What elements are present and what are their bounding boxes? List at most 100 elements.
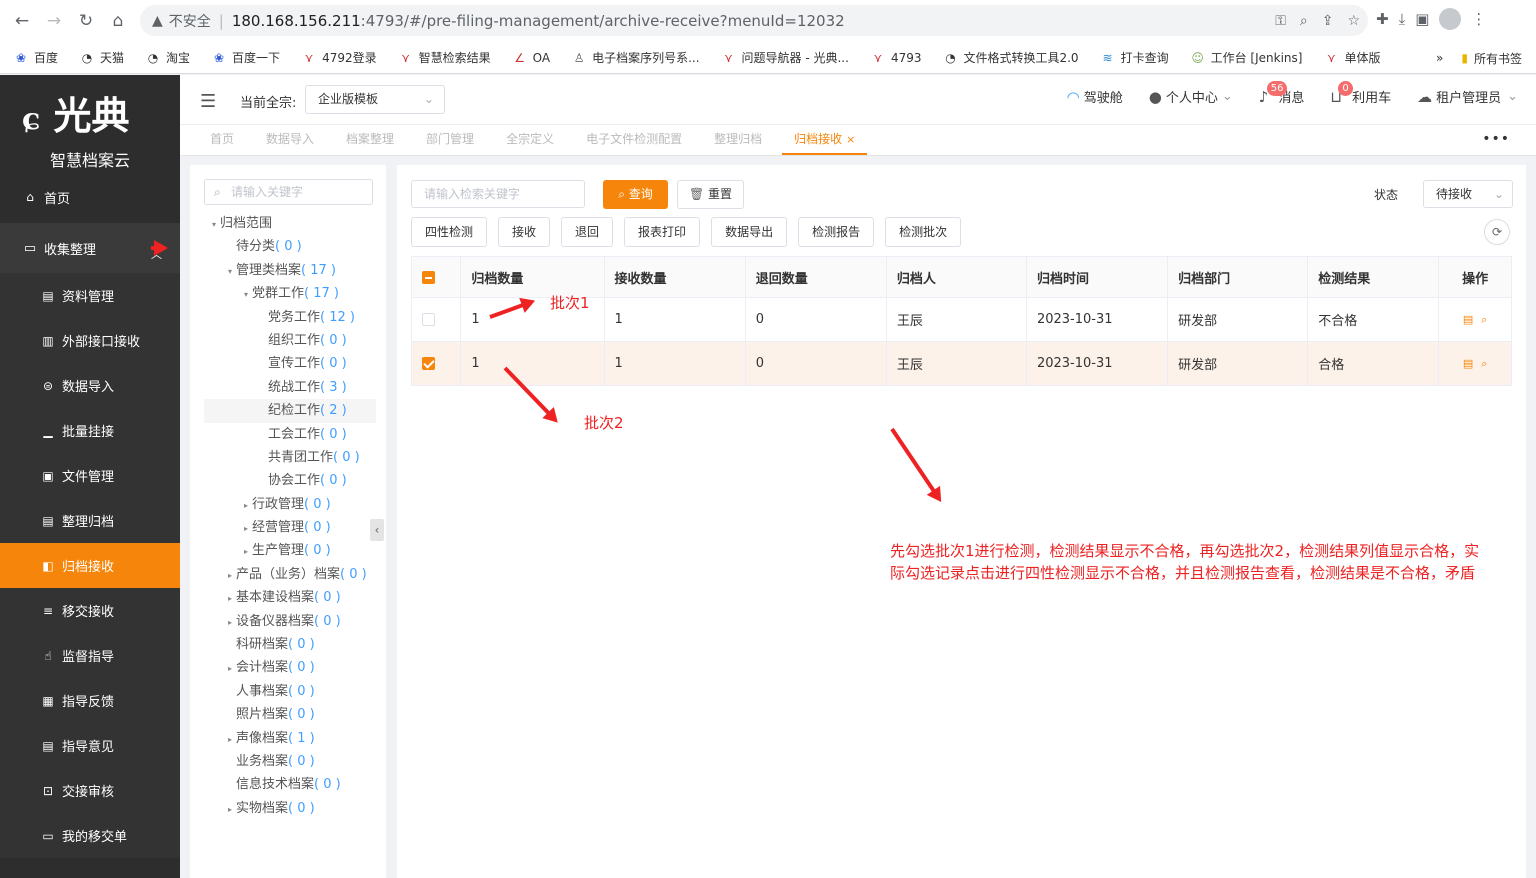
reload-icon[interactable]: ↻ (70, 5, 102, 37)
sidebar-item[interactable]: ▁ 批量挂接 (0, 408, 180, 453)
keyword-search-input[interactable]: 请输入检索关键字 (411, 180, 585, 208)
personal-center-menu[interactable]: ● 个人中心 ⌄ (1149, 87, 1233, 107)
tree-node[interactable]: ▸ 生产管理( 0 ) (204, 539, 376, 562)
tree-node[interactable]: ▸ 实物档案( 0 ) (204, 797, 376, 820)
sidebar-item[interactable]: ▦ 指导反馈 (0, 678, 180, 723)
sidebar-item[interactable]: ≡ 移交接收 (0, 588, 180, 633)
share-icon[interactable]: ⇪ (1322, 13, 1334, 29)
query-button[interactable]: ⌕ 查询 (603, 180, 668, 209)
hamburger-icon[interactable]: ☰ (200, 91, 216, 112)
bookmark-item[interactable]: ❀ 百度一下 (212, 49, 280, 66)
bookmark-item[interactable]: ∠ OA (513, 51, 550, 65)
bookmark-item[interactable]: ⋎ 问题导航器 - 光典... (722, 49, 849, 66)
extensions-icon[interactable]: ✚ (1376, 10, 1389, 28)
tenant-menu[interactable]: ☁ 租户管理员 ⌄ (1417, 87, 1518, 107)
select-all-cell[interactable] (410, 256, 462, 298)
tree-node[interactable]: 业务档案( 0 ) (204, 750, 376, 773)
back-icon[interactable]: ← (6, 5, 38, 37)
action-button[interactable]: 数据导出 (711, 217, 788, 247)
collapse-panel-button[interactable]: ‹ (370, 519, 384, 541)
sidebar-item[interactable]: ▤ 整理归档 (0, 498, 180, 543)
download-icon[interactable]: ⤓ (1399, 10, 1406, 28)
tree-node[interactable]: ▸ 会计档案( 0 ) (204, 656, 376, 679)
tree-node[interactable]: 工会工作( 0 ) (204, 423, 376, 446)
sidebar-item[interactable]: ▥ 外部接口接收 (0, 318, 180, 363)
bookmark-item[interactable]: ♙ 电子档案序列号系... (572, 49, 700, 66)
refresh-icon[interactable]: ⟳ (1484, 219, 1510, 245)
bookmark-item[interactable]: ⋎ 4792登录 (302, 49, 377, 66)
address-bar[interactable]: ▲ 不安全 | 180.168.156.211:4793/#/pre-filin… (140, 5, 1368, 36)
tree-node[interactable]: 待分类( 0 ) (204, 235, 376, 258)
action-button[interactable]: 接收 (498, 217, 551, 247)
bookmark-item[interactable]: ≋ 打卡查询 (1101, 49, 1169, 66)
tree-node[interactable]: ▸ 基本建设档案( 0 ) (204, 586, 376, 609)
sidebar-item-home[interactable]: ⌂ 首页 (0, 171, 180, 223)
tree-node[interactable]: ▸ 产品（业务）档案( 0 ) (204, 563, 376, 586)
sidebar-item[interactable]: ▤ 指导意见 (0, 723, 180, 768)
tree-node[interactable]: 科研档案( 0 ) (204, 633, 376, 656)
sidebar-item[interactable]: ▣ 文件管理 (0, 453, 180, 498)
bookmark-item[interactable]: ❀ 百度 (14, 49, 58, 66)
tab-item[interactable]: 部门管理 (414, 124, 486, 155)
sidebar-group-collect[interactable]: ▭ 收集整理 ︿ (0, 223, 180, 273)
select-all-checkbox[interactable] (422, 270, 435, 284)
tab-item[interactable]: 数据导入 (254, 124, 326, 155)
tree-node[interactable]: 纪检工作( 2 ) (204, 399, 376, 423)
document-icon[interactable]: ▤ (1463, 313, 1473, 326)
tab-item[interactable]: 档案整理 (334, 124, 406, 155)
sidebar-item[interactable]: ⊜ 数据导入 (0, 363, 180, 408)
fonds-select[interactable]: 企业版模板 ⌄ (305, 85, 445, 114)
action-button[interactable]: 退回 (561, 217, 614, 247)
tab-item[interactable]: 首页 (198, 124, 246, 155)
menu-kebab-icon[interactable]: ⋮ (1471, 10, 1486, 28)
tree-node[interactable]: ▸ 设备仪器档案( 0 ) (204, 610, 376, 633)
key-icon[interactable]: ⚿ (1275, 13, 1286, 29)
tab-item[interactable]: 全宗定义 (494, 124, 566, 155)
tree-node[interactable]: ▾ 归档范围 (204, 212, 376, 235)
close-icon[interactable]: × (846, 133, 855, 146)
sidebar-item[interactable]: ⊡ 交接审核 (0, 768, 180, 813)
row-checkbox[interactable] (422, 357, 435, 370)
row-checkbox[interactable] (422, 313, 435, 326)
bookmark-item[interactable]: ⋎ 4793 (871, 51, 922, 65)
bookmark-item[interactable]: ⋎ 单体版 (1324, 49, 1380, 66)
view-icon[interactable]: ⌕ (1481, 357, 1487, 370)
tree-node[interactable]: ▾ 管理类档案( 17 ) (204, 259, 376, 282)
bookmark-item[interactable]: ☺ 工作台 [Jenkins] (1191, 49, 1302, 66)
sidepanel-icon[interactable]: ▣ (1415, 10, 1429, 28)
tree-node[interactable]: ▸ 声像档案( 1 ) (204, 727, 376, 750)
document-icon[interactable]: ▤ (1463, 357, 1473, 370)
more-bookmarks-icon[interactable]: » (1436, 51, 1443, 65)
tree-node[interactable]: 信息技术档案( 0 ) (204, 773, 376, 796)
all-bookmarks[interactable]: 所有书签 (1474, 50, 1522, 67)
tree-search-input[interactable]: ⌕ 请输入关键字 (204, 179, 373, 205)
action-button[interactable]: 四性检测 (411, 217, 488, 247)
tab-item[interactable]: 电子文件检测配置 (574, 124, 694, 155)
action-button[interactable]: 检测批次 (885, 217, 962, 247)
tree-node[interactable]: 共青团工作( 0 ) (204, 446, 376, 469)
tree-node[interactable]: 党务工作( 12 ) (204, 306, 376, 329)
profile-avatar[interactable] (1439, 8, 1462, 30)
tree-node[interactable]: 组织工作( 0 ) (204, 329, 376, 352)
tree-node[interactable]: 协会工作( 0 ) (204, 469, 376, 492)
cockpit-link[interactable]: ◠ 驾驶舱 (1067, 87, 1123, 107)
tree-node[interactable]: ▾ 党群工作( 17 ) (204, 282, 376, 305)
bookmark-item[interactable]: ◔ 淘宝 (146, 49, 190, 66)
view-icon[interactable]: ⌕ (1481, 313, 1487, 326)
bookmark-item[interactable]: ◔ 文件格式转换工具2.0 (943, 49, 1078, 66)
star-icon[interactable]: ☆ (1347, 13, 1360, 29)
sidebar-item[interactable]: ▤ 资料管理 (0, 273, 180, 318)
action-button[interactable]: 报表打印 (624, 217, 701, 247)
forward-icon[interactable]: → (38, 5, 70, 37)
tree-node[interactable]: 宣传工作( 0 ) (204, 352, 376, 375)
messages-link[interactable]: ♪ 56 消息 (1259, 81, 1304, 106)
home-icon[interactable]: ⌂ (102, 5, 134, 37)
sidebar-item[interactable]: ☝ 监督指导 (0, 633, 180, 678)
tree-node[interactable]: 统战工作( 3 ) (204, 376, 376, 399)
action-button[interactable]: 检测报告 (798, 217, 875, 247)
bookmark-item[interactable]: ⋎ 智慧检索结果 (399, 49, 490, 66)
tree-node[interactable]: 人事档案( 0 ) (204, 680, 376, 703)
cart-link[interactable]: ⊔ 0 利用车 (1330, 81, 1391, 106)
tab-item[interactable]: 整理归档 (702, 124, 774, 155)
tab-item[interactable]: 归档接收 × (782, 124, 868, 155)
